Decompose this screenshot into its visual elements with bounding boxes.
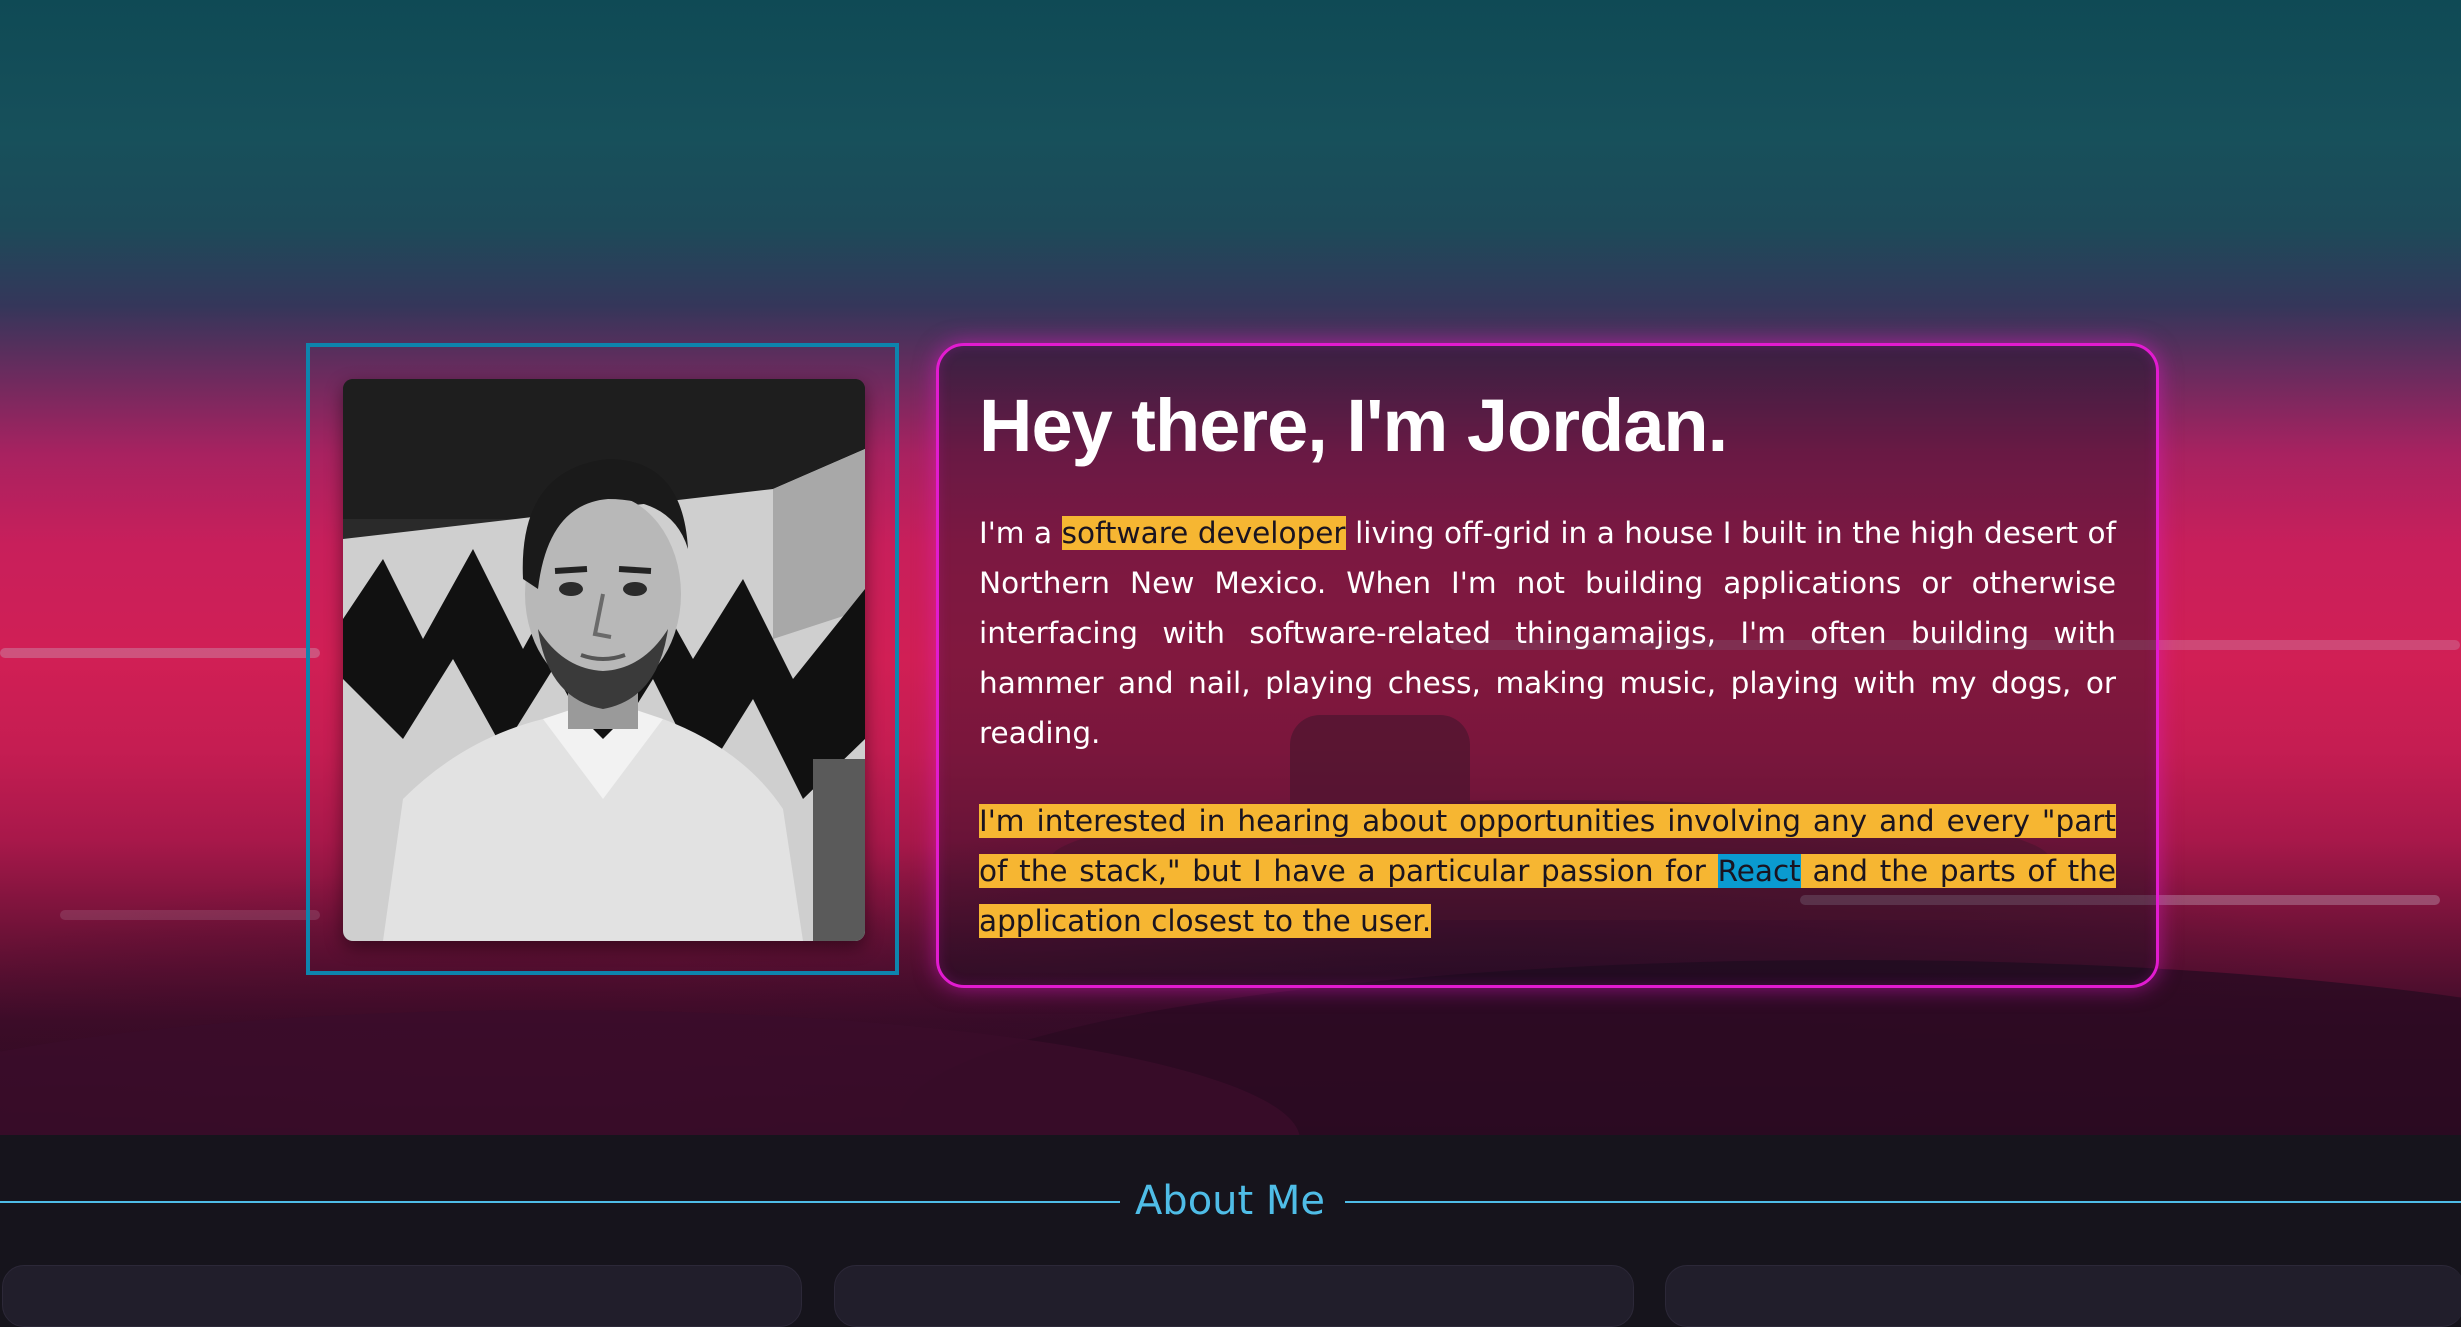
intro-text-rest: living off-grid in a house I built in th… <box>979 516 2116 750</box>
page-title: Hey there, I'm Jordan. <box>979 384 1728 467</box>
intro-text-start: I'm a <box>979 516 1062 550</box>
highlight-software-developer: software developer <box>1061 516 1346 550</box>
cloud-streak <box>60 910 320 920</box>
about-card <box>2 1265 802 1327</box>
interest-paragraph: I'm interested in hearing about opportun… <box>979 796 2116 946</box>
about-card <box>1665 1265 2461 1327</box>
about-section: About Me <box>0 1135 2461 1327</box>
intro-card: Hey there, I'm Jordan. I'm a software de… <box>936 343 2159 988</box>
section-divider-left <box>0 1201 1120 1203</box>
section-divider-right <box>1345 1201 2461 1203</box>
cloud-streak <box>0 648 320 658</box>
section-title: About Me <box>1134 1178 1326 1224</box>
intro-paragraph: I'm a software developer living off-grid… <box>979 508 2116 758</box>
highlight-react: React <box>1717 854 1801 888</box>
profile-photo <box>343 379 865 941</box>
about-card <box>834 1265 1634 1327</box>
portrait-image <box>343 379 865 941</box>
hero-section: Hey there, I'm Jordan. I'm a software de… <box>0 0 2461 1135</box>
